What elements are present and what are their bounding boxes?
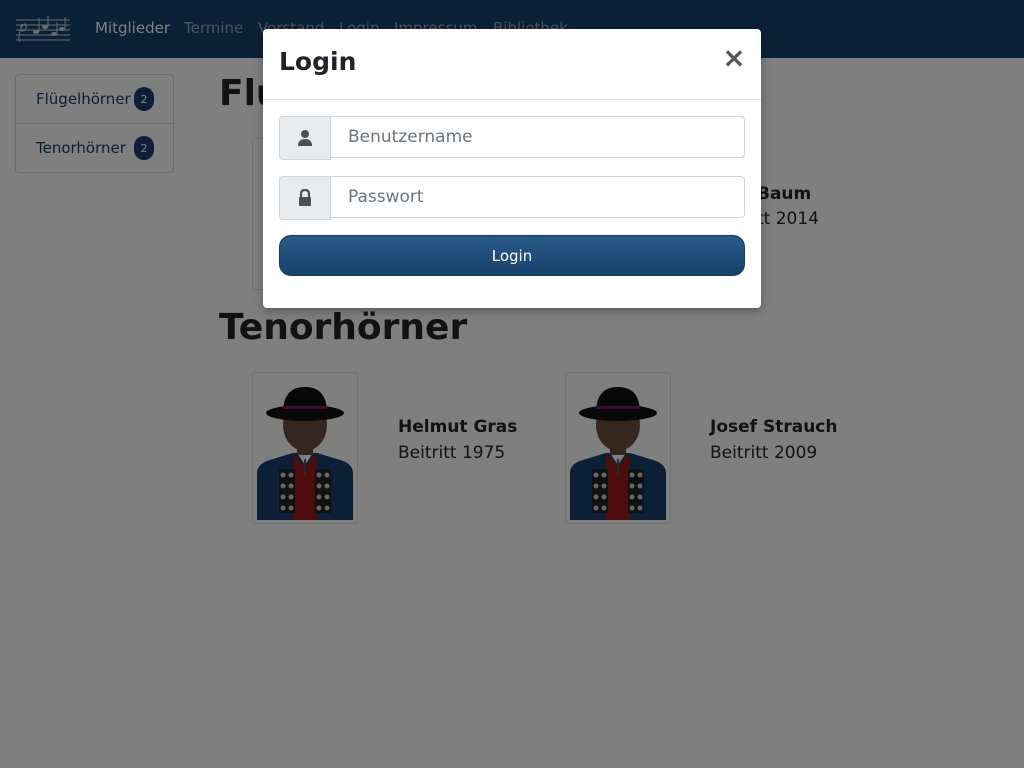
close-icon[interactable]: × <box>721 43 747 73</box>
lock-icon <box>279 176 331 220</box>
modal-title: Login <box>279 47 357 76</box>
username-input-group <box>279 116 745 160</box>
login-button[interactable]: Login <box>279 235 745 276</box>
password-input[interactable] <box>331 176 745 218</box>
password-input-group <box>279 176 745 220</box>
username-input[interactable] <box>331 116 745 158</box>
login-modal: Login × Login <box>263 29 761 308</box>
user-icon <box>279 116 331 160</box>
modal-header: Login × <box>263 29 761 100</box>
